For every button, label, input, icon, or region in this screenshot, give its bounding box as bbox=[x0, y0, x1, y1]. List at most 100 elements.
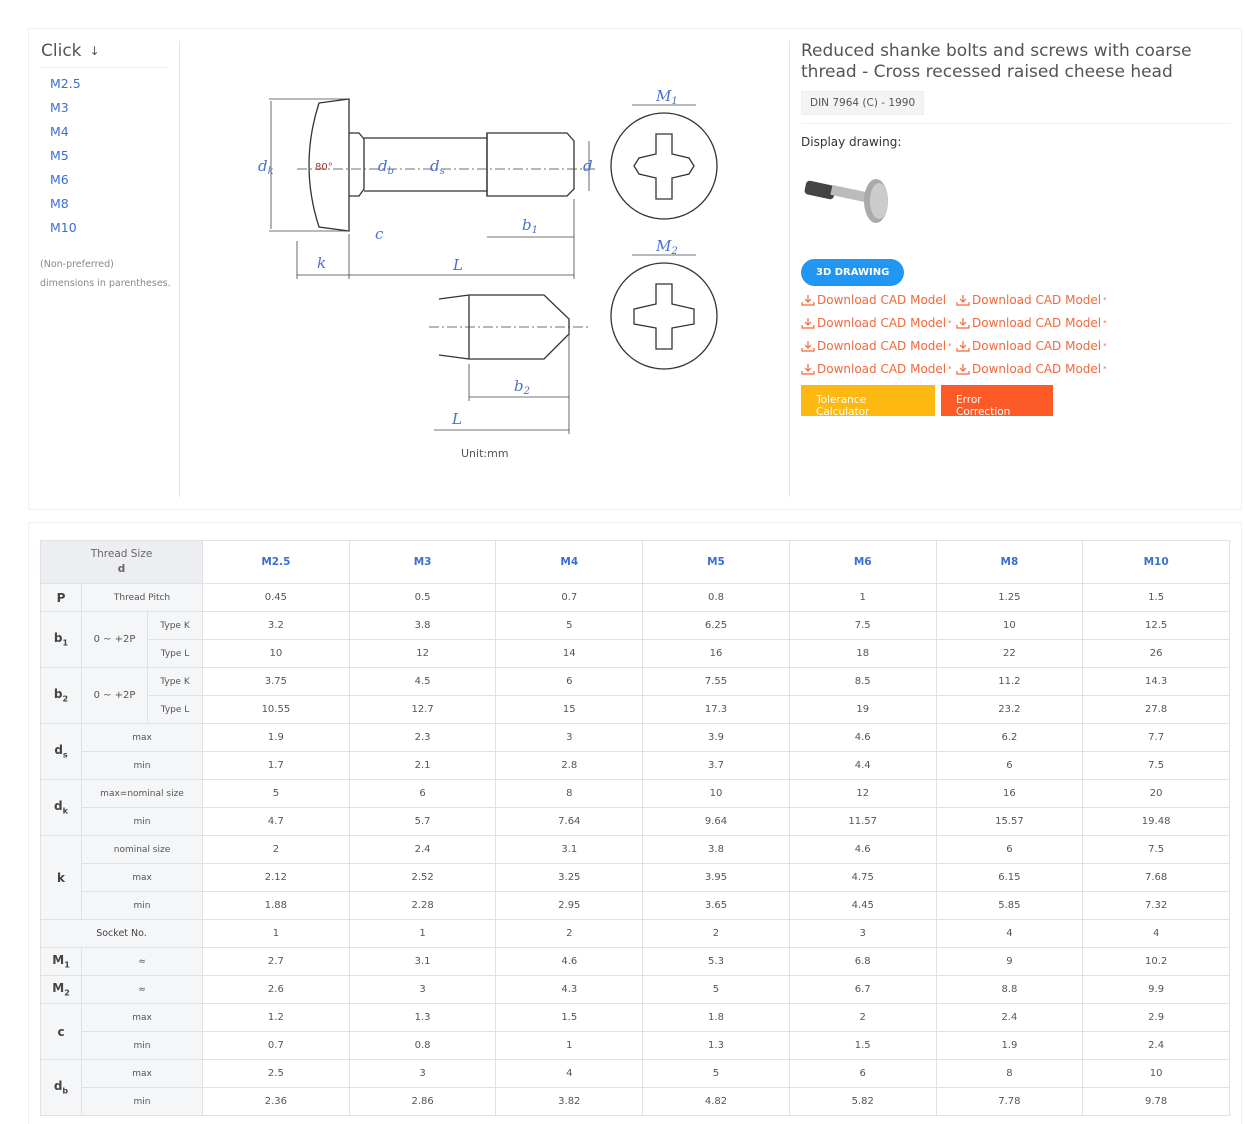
table-cell: 6 bbox=[935, 835, 1084, 864]
table-row: Socket No. 1 1 2 2 3 4 4 bbox=[39, 919, 1230, 948]
sidebar-note: (Non-preferred) dimensions in parentheses… bbox=[40, 255, 179, 293]
table-row: b2 0 ~ +2P Type K 3.75 4.5 6 7.55 8.5 11.2 14.3 bbox=[40, 667, 1230, 724]
download-cad-model-link[interactable]: Download CAD Model bbox=[801, 293, 956, 307]
table-cell: 2.3 bbox=[348, 723, 497, 752]
size-link-m6[interactable]: M6 bbox=[40, 168, 179, 192]
row-label: min bbox=[80, 1087, 204, 1116]
label-c: c bbox=[375, 225, 384, 243]
size-link-m3[interactable]: M3 bbox=[40, 96, 179, 120]
size-link-m2-5[interactable]: M2.5 bbox=[40, 72, 179, 96]
table-cell: 12 bbox=[788, 779, 937, 808]
label-d: d bbox=[583, 157, 593, 175]
row-label: min bbox=[80, 1031, 204, 1060]
label-b2: b2 bbox=[514, 377, 530, 397]
table-cell: 5 bbox=[642, 1059, 790, 1088]
table-cell: 2 bbox=[495, 919, 644, 948]
table-cell: 10.55 bbox=[202, 695, 350, 724]
table-cell: 14.3 bbox=[1082, 667, 1230, 696]
arrow-down-icon: ↓ bbox=[89, 44, 100, 58]
row-label: Thread Pitch bbox=[80, 583, 204, 612]
table-cell: 10 bbox=[202, 639, 350, 668]
label-ds: ds bbox=[430, 157, 445, 177]
table-cell: 3.1 bbox=[348, 947, 497, 976]
table-cell: 0.7 bbox=[495, 583, 644, 612]
symbol-subscript: 2 bbox=[64, 988, 70, 998]
table-cell: 1.8 bbox=[642, 1003, 790, 1032]
table-cell: 2.4 bbox=[1082, 1031, 1230, 1060]
table-cell: 3.82 bbox=[495, 1087, 644, 1116]
table-cell: 4.45 bbox=[788, 891, 937, 920]
table-cell: 17.3 bbox=[642, 695, 790, 724]
table-cell: 7.68 bbox=[1082, 863, 1230, 892]
error-correction-button[interactable]: Error Correction bbox=[941, 385, 1053, 418]
table-cell: 4.5 bbox=[348, 667, 497, 696]
dimension-symbol: db bbox=[40, 1059, 82, 1116]
table-cell: 3.65 bbox=[642, 891, 790, 920]
table-cell: 6 bbox=[935, 751, 1084, 780]
table-cell: 10 bbox=[642, 779, 790, 808]
table-cell: 1 bbox=[202, 919, 350, 948]
table-cell: 6 bbox=[348, 779, 497, 808]
size-column-header[interactable]: M4 bbox=[495, 540, 644, 584]
note-line-1: (Non-preferred) bbox=[40, 259, 114, 270]
table-cell: 6.2 bbox=[935, 723, 1084, 752]
table-cell: 9.78 bbox=[1082, 1087, 1230, 1116]
size-link-m4[interactable]: M4 bbox=[40, 120, 179, 144]
download-cad-model-link[interactable]: Download CAD Model * bbox=[956, 293, 1116, 307]
table-cell: 2 bbox=[788, 1003, 937, 1032]
download-cad-model-link[interactable]: Download CAD Model * bbox=[801, 316, 956, 330]
note-line-2: dimensions in parentheses. bbox=[40, 278, 171, 289]
size-column-header[interactable]: M2.5 bbox=[202, 540, 350, 584]
size-column-header[interactable]: M6 bbox=[788, 540, 937, 584]
table-row: min 2.36 2.86 3.82 4.82 5.82 7.78 9.78 bbox=[41, 1087, 1230, 1116]
table-cell: 5 bbox=[202, 779, 350, 808]
tolerance-calculator-button[interactable]: Tolerance Calculator bbox=[801, 385, 935, 418]
row-label: max bbox=[80, 863, 204, 892]
symbol-text: P bbox=[56, 590, 66, 605]
size-column-header[interactable]: M3 bbox=[348, 540, 497, 584]
table-cell: 4.6 bbox=[495, 947, 644, 976]
table-cell: 1 bbox=[788, 583, 937, 612]
download-cad-model-link[interactable]: Download CAD Model * bbox=[801, 362, 956, 376]
download-icon bbox=[801, 318, 815, 329]
download-label: Download CAD Model * bbox=[817, 316, 952, 330]
3d-drawing-button[interactable]: 3D DRAWING bbox=[801, 259, 905, 286]
table-cell: 0.7 bbox=[202, 1031, 350, 1060]
table-cell: 1.2 bbox=[202, 1003, 350, 1032]
dimension-table-card: Thread Size d M2.5 M3 M4 M5 M6 M8 M10 P Thread Pi… bbox=[28, 522, 1242, 1124]
download-icon bbox=[956, 318, 970, 329]
table-cell: 2.5 bbox=[202, 1059, 350, 1088]
thread-size-header: Thread Size d bbox=[39, 540, 204, 584]
technical-drawing: dk db ds d b1 c k L M1 M2 b2 L 80° Unit:… bbox=[258, 87, 718, 460]
table-row: min 1.88 2.28 2.95 3.65 4.45 5.85 7.32 bbox=[41, 891, 1230, 920]
table-cell: 1.5 bbox=[1082, 583, 1230, 612]
size-link-m10[interactable]: M10 bbox=[40, 216, 179, 240]
size-column-header[interactable]: M5 bbox=[642, 540, 790, 584]
corner-symbol: d bbox=[117, 563, 126, 575]
table-cell: 19.48 bbox=[1082, 807, 1230, 836]
table-cell: 8.8 bbox=[935, 975, 1084, 1004]
table-cell: 2.28 bbox=[348, 891, 497, 920]
table-cell: 2.95 bbox=[495, 891, 644, 920]
row-label: ≈ bbox=[80, 975, 204, 1004]
row-label: min bbox=[80, 751, 204, 780]
table-cell: 12.7 bbox=[348, 695, 497, 724]
table-cell: 3 bbox=[788, 919, 937, 948]
download-cad-model-link[interactable]: Download CAD Model * bbox=[956, 339, 1116, 353]
dimension-symbol: dk bbox=[40, 779, 82, 836]
symbol-subscript: k bbox=[62, 806, 68, 816]
size-column-header[interactable]: M8 bbox=[935, 540, 1084, 584]
download-cad-model-link[interactable]: Download CAD Model * bbox=[956, 362, 1116, 376]
table-cell: 15.57 bbox=[935, 807, 1084, 836]
table-cell: 6.25 bbox=[642, 611, 790, 640]
table-cell: 7.32 bbox=[1082, 891, 1230, 920]
download-icon bbox=[801, 364, 815, 375]
download-cad-model-link[interactable]: Download CAD Model * bbox=[956, 316, 1116, 330]
size-link-m8[interactable]: M8 bbox=[40, 192, 179, 216]
size-link-m5[interactable]: M5 bbox=[40, 144, 179, 168]
table-row: k nominal size 2 2.4 3.1 3.8 4.6 6 7.5 bbox=[40, 835, 1230, 920]
table-cell: 3.9 bbox=[642, 723, 790, 752]
size-column-header[interactable]: M10 bbox=[1082, 540, 1230, 584]
download-cad-model-link[interactable]: Download CAD Model * bbox=[801, 339, 956, 353]
size-list: M2.5 M3 M4 M5 M6 M8 M10 bbox=[40, 72, 179, 240]
